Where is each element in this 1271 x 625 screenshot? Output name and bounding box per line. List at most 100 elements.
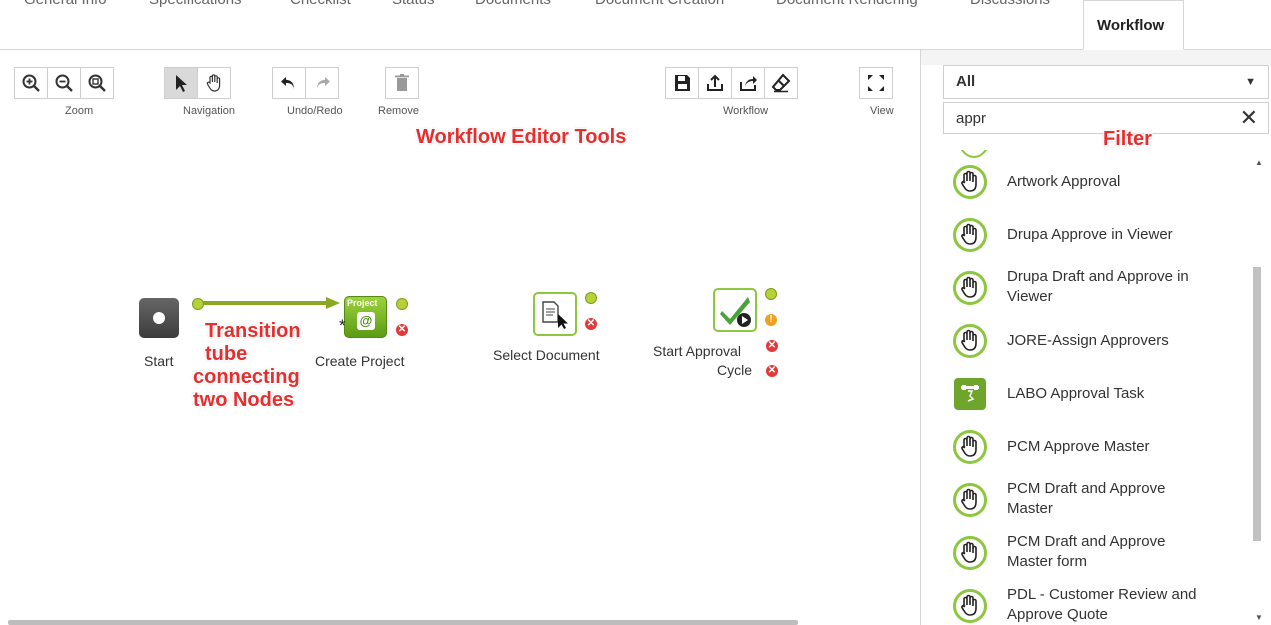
horizontal-scrollbar[interactable] [8,620,798,625]
list-item[interactable]: PDL - Customer Review and Approve Quote [943,581,1253,625]
list-item[interactable]: PCM Approve Master [943,422,1253,472]
list-item[interactable]: PCM Draft and Approve Master [943,475,1253,525]
transition-tube[interactable] [190,296,350,312]
undo-button[interactable] [272,67,306,99]
undo-redo-group-label: Undo/Redo [287,105,343,117]
fullscreen-button[interactable] [859,67,893,99]
list-item-label-line2: Viewer [1007,288,1053,305]
error-icon: ✕ [396,324,408,336]
list-item[interactable]: Drupa Approve in Viewer [943,210,1253,260]
hand-icon [953,430,987,464]
save-icon [675,75,690,91]
tab-bar: General Info Specifications Checklist St… [0,0,1271,50]
save-button[interactable] [665,67,699,99]
scroll-down-arrow-icon[interactable]: ▼ [1255,613,1263,622]
list-item-label: JORE-Assign Approvers [1007,332,1169,349]
select-document-node-label: Select Document [493,347,600,363]
category-select-value: All [956,73,976,90]
undo-icon [281,77,294,89]
workflow-group-label: Workflow [723,105,769,117]
view-group-label: View [870,105,894,117]
tab-workflow[interactable]: Workflow [1083,0,1184,50]
create-project-node[interactable]: Project @ [344,296,387,338]
tab-document-rendering[interactable]: Document Rendering [776,0,918,25]
category-select[interactable]: All ▼ [943,65,1269,99]
approval-check-icon [720,297,751,327]
list-item-label: PCM Draft and Approve [1007,533,1166,550]
tab-discussions[interactable]: Discussions [970,0,1050,25]
trash-icon [395,74,409,91]
tab-documents[interactable]: Documents [475,0,551,25]
expand-icon [868,75,884,91]
required-asterisk-icon: * [339,316,346,335]
remove-button[interactable] [385,67,419,99]
select-document-output-port[interactable] [585,292,597,304]
document-pointer-icon [542,301,568,329]
start-node[interactable] [139,298,179,338]
share-icon [740,76,757,91]
annotation-filter: Filter [1103,128,1152,150]
zoom-group [14,67,114,99]
redo-icon [317,77,330,89]
zoom-in-button[interactable] [14,67,48,99]
list-item-label: PDL - Customer Review and [1007,586,1197,603]
hand-icon [953,218,987,252]
error-icon: ✕ [585,318,597,330]
clear-button[interactable] [764,67,798,99]
hand-icon [953,324,987,358]
select-tool-button[interactable] [164,67,198,99]
zoom-fit-button[interactable] [80,67,114,99]
tab-status[interactable]: Status [392,0,435,25]
remove-group [385,67,419,99]
panel-header-strip [921,50,1271,65]
list-item[interactable]: Artwork Approval [943,157,1253,207]
hand-icon [953,271,987,305]
tab-document-creation[interactable]: Document Creation [595,0,724,25]
list-item-label-line2: Master form [1007,553,1088,570]
import-button[interactable] [698,67,732,99]
project-icon: @ [357,312,375,330]
upload-icon [707,74,723,91]
tab-general-info[interactable]: General Info [24,0,107,25]
task-icon [954,378,986,410]
zoom-out-button[interactable] [47,67,81,99]
scrollbar-thumb[interactable] [1253,267,1261,541]
list-item-label: LABO Approval Task [1007,385,1145,402]
pan-tool-button[interactable] [197,67,231,99]
start-node-label: Start [144,353,174,369]
view-group [859,67,893,99]
error-icon: ✕ [766,365,778,377]
error-icon: ✕ [766,340,778,352]
navigation-group-label: Navigation [183,105,235,117]
list-item[interactable]: LABO Approval Task [943,369,1253,419]
list-item[interactable]: PCM Draft and Approve Master form [943,528,1253,578]
project-badge: Project [347,298,378,308]
eraser-icon [771,73,791,93]
pointer-icon [176,75,187,92]
clear-search-icon[interactable]: ✕ [1240,106,1258,130]
zoom-fit-icon [88,74,106,92]
annotation-transition-line1: Transition [205,320,301,342]
list-item[interactable]: JORE-Assign Approvers [943,316,1253,366]
node-library-panel: All ▼ ✕ Filter Artwork Approval Drupa Ap… [920,50,1271,625]
list-item-label-line2: Approve Quote [1007,606,1108,623]
select-document-node[interactable] [533,292,577,336]
workflow-editor: Zoom Navigation Undo/Redo Remove Workflo… [0,50,920,625]
tab-checklist[interactable]: Checklist [290,0,351,25]
annotation-transition-line3: connecting [193,366,300,388]
list-item-label: Drupa Draft and Approve in [1007,268,1189,285]
filter-search-input[interactable] [954,109,1218,128]
list-item[interactable]: Drupa Draft and Approve in Viewer [943,263,1253,313]
list-item-label: Artwork Approval [1007,173,1121,190]
scroll-up-arrow-icon[interactable]: ▲ [1255,158,1263,167]
tab-specifications[interactable]: Specifications [149,0,242,25]
start-approval-output-port[interactable] [765,288,777,300]
start-approval-node[interactable] [713,288,757,332]
create-project-output-port[interactable] [396,298,408,310]
annotation-editor-tools: Workflow Editor Tools [416,126,627,148]
hand-icon [953,589,987,623]
redo-button[interactable] [305,67,339,99]
export-button[interactable] [731,67,765,99]
start-output-port[interactable] [192,298,204,310]
zoom-in-icon [22,74,40,92]
